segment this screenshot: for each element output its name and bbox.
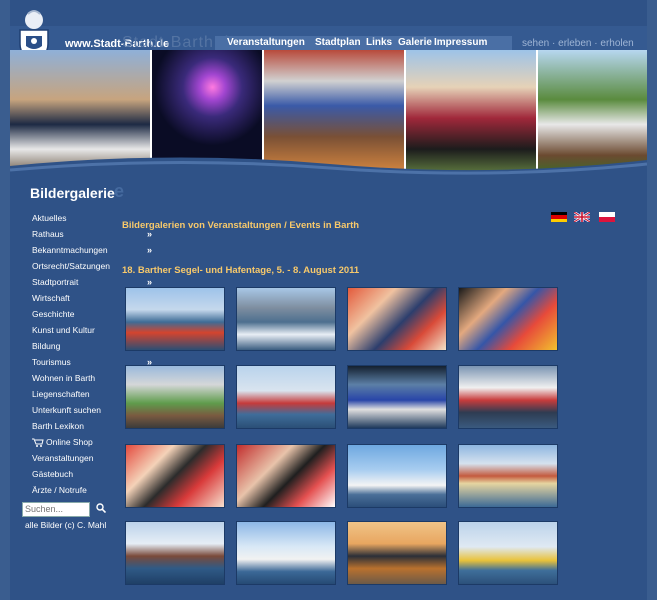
sidebar-item-lexikon[interactable]: Barth Lexikon	[32, 418, 140, 434]
section-title: Bildergalerie	[30, 185, 115, 201]
sidebar-item-label: Unterkunft suchen	[32, 405, 101, 415]
sidebar-item-online-shop[interactable]: Online Shop	[32, 434, 140, 450]
gallery-thumbnail[interactable]	[347, 444, 447, 508]
gallery-heading: Bildergalerien von Veranstaltungen / Eve…	[122, 220, 360, 231]
sidebar-item-label: Bekanntmachungen	[32, 245, 108, 255]
gallery-thumbnail[interactable]	[458, 365, 558, 429]
sidebar-item-label: Rathaus	[32, 229, 64, 239]
sidebar-item-label: Wohnen in Barth	[32, 373, 96, 383]
sidebar-item-tourismus[interactable]: Tourismus»	[32, 354, 152, 370]
sidebar-item-label: Geschichte	[32, 309, 75, 319]
gallery-thumbnail[interactable]	[458, 444, 558, 508]
gallery-thumbnail[interactable]	[347, 287, 447, 351]
sidebar-item-bekanntmachungen[interactable]: Bekanntmachungen »	[32, 242, 152, 258]
gallery-thumbnail[interactable]	[236, 365, 336, 429]
sidebar-item-geschichte[interactable]: Geschichte»	[32, 306, 152, 322]
sidebar-item-label: Online Shop	[46, 437, 93, 447]
sidebar-item-label: Liegenschaften	[32, 389, 90, 399]
tagline: sehen · erleben · erholen	[522, 38, 634, 49]
expand-arrow-icon: »	[146, 245, 152, 255]
sidebar-item-gaestebuch[interactable]: Gästebuch	[32, 466, 140, 482]
gallery-thumbnail[interactable]	[347, 365, 447, 429]
sidebar-item-wohnen[interactable]: Wohnen in Barth	[32, 370, 140, 386]
sidebar-item-label: Ortsrecht/Satzungen	[32, 261, 110, 271]
sidebar-item-veranstaltungen[interactable]: Veranstaltungen	[32, 450, 140, 466]
sidebar-item-aerzte[interactable]: Ärzte / Notrufe	[32, 482, 140, 498]
sidebar-item-label: Barth Lexikon	[32, 421, 84, 431]
shopping-cart-icon	[32, 438, 44, 448]
flag-uk-icon[interactable]	[574, 212, 590, 222]
flag-polish-icon[interactable]	[599, 212, 615, 222]
flag-german-icon[interactable]	[551, 212, 567, 222]
sidebar-item-label: Kunst und Kultur	[32, 325, 95, 335]
gallery-thumbnail[interactable]	[458, 521, 558, 585]
gallery-thumbnail[interactable]	[236, 287, 336, 351]
nav-stadtplan[interactable]: Stadtplan	[315, 37, 361, 48]
gallery-thumbnail[interactable]	[125, 287, 225, 351]
gallery-thumbnail[interactable]	[125, 444, 225, 508]
sidebar-item-label: Tourismus	[32, 357, 71, 367]
sidebar-item-label: Aktuelles	[32, 213, 67, 223]
sidebar-item-bildung[interactable]: Bildung»	[32, 338, 152, 354]
sidebar-item-unterkunft[interactable]: Unterkunft suchen	[32, 402, 140, 418]
event-title: 18. Barther Segel- und Hafentage, 5. - 8…	[122, 265, 360, 276]
gallery-thumbnail[interactable]	[236, 521, 336, 585]
sidebar-item-label: Bildung	[32, 341, 61, 351]
search-icon[interactable]	[96, 503, 106, 513]
nav-links[interactable]: Links	[366, 37, 392, 48]
banner-wave	[10, 157, 647, 182]
section-title-watermark: e	[114, 181, 125, 201]
sidebar-nav: Aktuelles Rathaus » Bekanntmachungen » Ort…	[32, 210, 152, 498]
sidebar-item-label: Gästebuch	[32, 469, 74, 479]
gallery-thumbnail[interactable]	[458, 287, 558, 351]
nav-veranstaltungen[interactable]: Veranstaltungen	[227, 37, 305, 48]
gallery-thumbnail[interactable]	[125, 365, 225, 429]
photo-credits: alle Bilder (c) C. Mahl	[25, 520, 107, 530]
search-input[interactable]	[22, 502, 90, 517]
nav-impressum[interactable]: Impressum	[434, 37, 487, 48]
sidebar-item-stadtportrait[interactable]: Stadtportrait»	[32, 274, 152, 290]
sidebar-item-kunst-und-kultur[interactable]: Kunst und Kultur»	[32, 322, 152, 338]
gallery-thumbnail[interactable]	[125, 521, 225, 585]
sidebar-item-label: Ärzte / Notrufe	[32, 485, 87, 495]
page-container: www.Stadt-Barth.de Stadt-Barth.de Verans…	[10, 0, 647, 600]
sidebar-item-wirtschaft[interactable]: Wirtschaft»	[32, 290, 152, 306]
sidebar-item-liegenschaften[interactable]: Liegenschaften	[32, 386, 140, 402]
sidebar-item-label: Veranstaltungen	[32, 453, 94, 463]
nav-galerie[interactable]: Galerie	[398, 37, 432, 48]
gallery-thumbnail[interactable]	[347, 521, 447, 585]
sidebar-item-label: Wirtschaft	[32, 293, 70, 303]
sidebar-item-label: Stadtportrait	[32, 277, 79, 287]
gallery-thumbnail[interactable]	[236, 444, 336, 508]
